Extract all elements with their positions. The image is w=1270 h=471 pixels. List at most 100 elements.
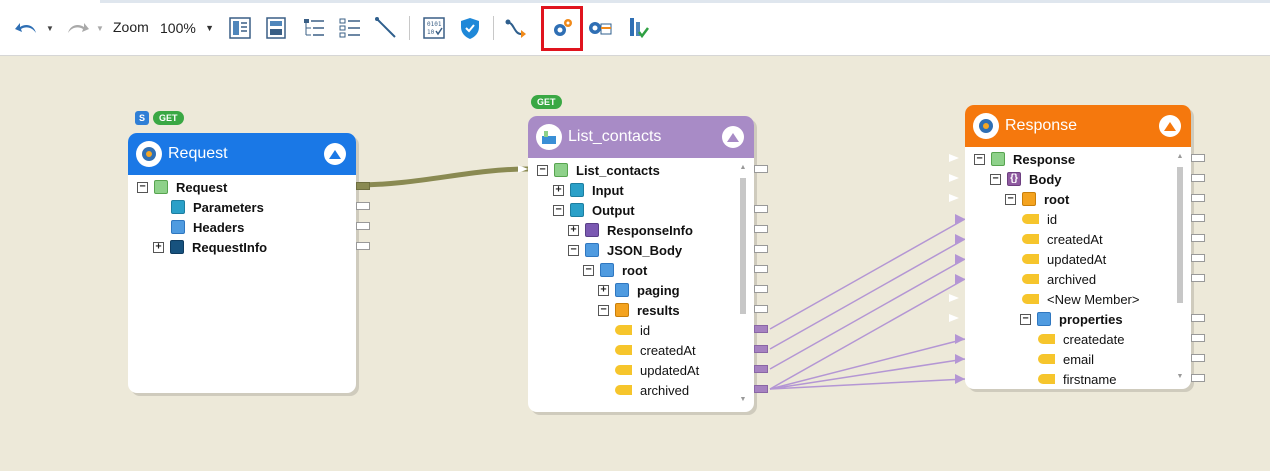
- collapse-toggle[interactable]: −: [137, 181, 148, 193]
- response-scrollbar[interactable]: ▲ ▼: [1176, 153, 1184, 385]
- output-port[interactable]: [356, 202, 370, 210]
- tree-item-input[interactable]: + Input: [553, 180, 624, 200]
- output-port[interactable]: [754, 245, 768, 253]
- tree-item-email[interactable]: email: [1038, 349, 1094, 369]
- output-port[interactable]: [1191, 274, 1205, 282]
- tree-item-updatedat[interactable]: updatedAt: [615, 360, 699, 380]
- route-button[interactable]: [503, 14, 531, 42]
- tree-item-new-member[interactable]: <New Member>: [1022, 289, 1139, 309]
- collapse-button[interactable]: [324, 143, 346, 165]
- input-port[interactable]: [949, 294, 959, 302]
- layout-button[interactable]: [226, 14, 254, 42]
- output-port[interactable]: [754, 285, 768, 293]
- output-port[interactable]: [1191, 354, 1205, 362]
- output-port[interactable]: [754, 305, 768, 313]
- undo-button[interactable]: [12, 14, 42, 42]
- output-port[interactable]: [1191, 154, 1205, 162]
- tree-item-id[interactable]: id: [615, 320, 650, 340]
- security-button[interactable]: [456, 14, 484, 42]
- collapse-toggle[interactable]: −: [553, 204, 564, 216]
- output-port[interactable]: [754, 205, 768, 213]
- input-port[interactable]: [949, 194, 959, 202]
- scroll-down-icon[interactable]: ▼: [739, 396, 747, 403]
- tree-item-createdat[interactable]: createdAt: [615, 340, 696, 360]
- mapping-canvas[interactable]: S GET Request − Request Parameters Heade…: [0, 57, 1270, 471]
- response-header[interactable]: Response: [965, 105, 1191, 147]
- list-scrollbar[interactable]: ▲ ▼: [739, 164, 747, 408]
- list-contacts-header[interactable]: List_contacts: [528, 116, 754, 158]
- zoom-select[interactable]: 100% ▼: [158, 17, 218, 39]
- collapse-toggle[interactable]: −: [568, 244, 579, 256]
- tree-item-root[interactable]: − root: [583, 260, 647, 280]
- tree-item-request[interactable]: − Request: [137, 177, 227, 197]
- gear-table-button[interactable]: [586, 14, 614, 42]
- save-layout-button[interactable]: [262, 14, 290, 42]
- scroll-thumb[interactable]: [740, 178, 746, 314]
- wire-createdat[interactable]: [769, 238, 966, 350]
- calculator-button[interactable]: 0101 10: [420, 14, 448, 42]
- tree-item-archived[interactable]: archived: [615, 380, 689, 400]
- wire-id[interactable]: [769, 218, 966, 330]
- collapse-button[interactable]: [1159, 115, 1181, 137]
- output-port[interactable]: [356, 242, 370, 250]
- output-port-archived[interactable]: [754, 385, 768, 393]
- redo-dropdown[interactable]: ▼: [96, 14, 104, 42]
- collapse-button[interactable]: [722, 126, 744, 148]
- input-port[interactable]: [949, 174, 959, 182]
- validate-button[interactable]: [624, 14, 652, 42]
- wire-archived[interactable]: [769, 278, 966, 390]
- collapse-toggle[interactable]: −: [537, 164, 548, 176]
- output-port[interactable]: [1191, 314, 1205, 322]
- scroll-up-icon[interactable]: ▲: [1176, 153, 1184, 160]
- tree-item-firstname[interactable]: firstname: [1038, 369, 1116, 389]
- output-port[interactable]: [754, 265, 768, 273]
- wire-updatedat[interactable]: [769, 258, 966, 370]
- request-node[interactable]: Request − Request Parameters Headers + R…: [128, 133, 370, 393]
- tree-item-requestinfo[interactable]: + RequestInfo: [153, 237, 267, 257]
- output-port-id[interactable]: [754, 325, 768, 333]
- output-port[interactable]: [1191, 194, 1205, 202]
- tree-item-body[interactable]: − {} Body: [990, 169, 1062, 189]
- expand-toggle[interactable]: +: [553, 184, 564, 196]
- tree-item-paging[interactable]: + paging: [598, 280, 680, 300]
- wire-request-to-list[interactable]: [355, 166, 529, 188]
- list-view-button[interactable]: [336, 14, 364, 42]
- response-node[interactable]: Response − Response − {} Body − root id …: [949, 105, 1205, 389]
- collapse-toggle[interactable]: −: [583, 264, 594, 276]
- expand-toggle[interactable]: +: [598, 284, 609, 296]
- output-port[interactable]: [1191, 174, 1205, 182]
- tree-item-json-body[interactable]: − JSON_Body: [568, 240, 682, 260]
- collapse-toggle[interactable]: −: [1005, 193, 1016, 205]
- output-port[interactable]: [1191, 214, 1205, 222]
- input-port[interactable]: [949, 314, 959, 322]
- tree-item-list-contacts[interactable]: − List_contacts: [537, 160, 660, 180]
- output-port[interactable]: [356, 222, 370, 230]
- undo-dropdown[interactable]: ▼: [46, 14, 54, 42]
- tree-item-properties[interactable]: − properties: [1020, 309, 1123, 329]
- tree-indent-button[interactable]: [300, 14, 328, 42]
- tree-item-archived[interactable]: archived: [1022, 269, 1096, 289]
- input-port[interactable]: [949, 154, 959, 162]
- collapse-toggle[interactable]: −: [598, 304, 609, 316]
- output-port-createdat[interactable]: [754, 345, 768, 353]
- collapse-toggle[interactable]: −: [974, 153, 985, 165]
- expand-toggle[interactable]: +: [153, 241, 164, 253]
- tree-item-results[interactable]: − results: [598, 300, 680, 320]
- output-port[interactable]: [1191, 254, 1205, 262]
- tree-item-root[interactable]: − root: [1005, 189, 1069, 209]
- expand-toggle[interactable]: +: [568, 224, 579, 236]
- collapse-toggle[interactable]: −: [1020, 313, 1031, 325]
- scroll-down-icon[interactable]: ▼: [1176, 373, 1184, 380]
- output-port-updatedat[interactable]: [754, 365, 768, 373]
- tree-item-parameters[interactable]: Parameters: [171, 197, 264, 217]
- redo-button[interactable]: [62, 14, 92, 42]
- output-port[interactable]: [1191, 374, 1205, 382]
- scroll-thumb[interactable]: [1177, 167, 1183, 303]
- tree-item-headers[interactable]: Headers: [171, 217, 244, 237]
- tree-item-updatedat[interactable]: updatedAt: [1022, 249, 1106, 269]
- tree-item-createdate[interactable]: createdate: [1038, 329, 1124, 349]
- tree-item-response[interactable]: − Response: [974, 149, 1075, 169]
- tree-item-id[interactable]: id: [1022, 209, 1057, 229]
- output-port[interactable]: [754, 165, 768, 173]
- output-port[interactable]: [754, 225, 768, 233]
